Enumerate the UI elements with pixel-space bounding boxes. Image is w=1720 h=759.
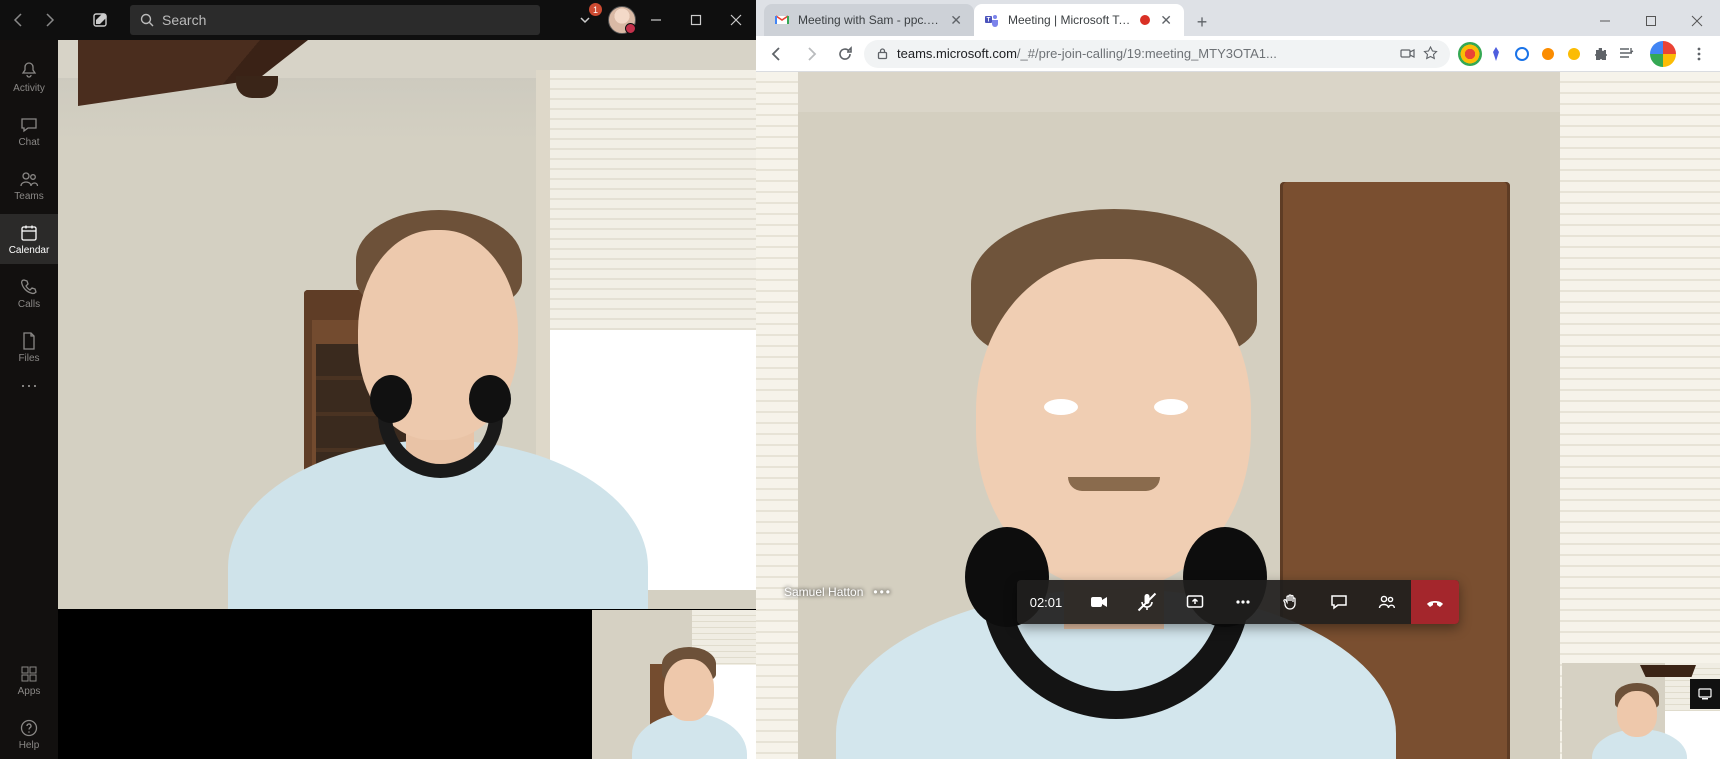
rail-files[interactable]: Files — [0, 322, 58, 372]
browser-maximize[interactable] — [1628, 6, 1674, 36]
participant-menu-icon[interactable]: ••• — [873, 585, 892, 599]
extension-icon[interactable] — [1536, 42, 1560, 66]
address-bar[interactable]: teams.microsoft.com/_#/pre-join-calling/… — [864, 40, 1450, 68]
extensions-area — [1454, 42, 1642, 66]
close-tab-icon[interactable]: ✕ — [948, 12, 964, 29]
rail-chat[interactable]: Chat — [0, 106, 58, 156]
extension-icon[interactable] — [1484, 42, 1508, 66]
call-timer: 02:01 — [1017, 595, 1075, 610]
tab-strip: Meeting with Sam - ppc.endsigh ✕ T Meeti… — [756, 0, 1720, 36]
recording-indicator-icon — [1140, 15, 1150, 25]
people-icon — [19, 169, 39, 189]
file-icon — [19, 331, 39, 351]
call-controls: 02:01 — [1017, 580, 1459, 624]
participant-name-chip[interactable]: Samuel Hatton ••• — [784, 585, 892, 599]
extension-icon[interactable] — [1562, 42, 1586, 66]
toggle-mic-button[interactable] — [1123, 580, 1171, 624]
self-video-pip[interactable] — [1562, 663, 1720, 759]
chrome-window: Meeting with Sam - ppc.endsigh ✕ T Meeti… — [756, 0, 1720, 759]
raise-hand-button[interactable] — [1267, 580, 1315, 624]
pip-device-settings-button[interactable] — [1690, 679, 1720, 709]
notifications-dropdown[interactable]: 1 — [572, 7, 598, 33]
calendar-icon — [19, 223, 39, 243]
rail-calendar[interactable]: Calendar — [0, 214, 58, 264]
share-screen-button[interactable] — [1171, 580, 1219, 624]
extension-icon[interactable] — [1510, 42, 1534, 66]
title-bar: Search 1 — [0, 0, 756, 40]
toggle-camera-button[interactable] — [1075, 580, 1123, 624]
rail-more[interactable]: ⋯ — [20, 376, 38, 410]
teams-icon: T — [984, 12, 1000, 28]
rail-apps[interactable]: Apps — [0, 655, 58, 705]
browser-minimize[interactable] — [1582, 6, 1628, 36]
meeting-stage-desktop — [58, 40, 756, 759]
search-placeholder: Search — [162, 12, 206, 28]
chrome-profile-avatar[interactable] — [1650, 41, 1676, 67]
teams-desktop-window: Search 1 Activity Chat Teams — [0, 0, 756, 759]
extensions-menu-icon[interactable] — [1588, 42, 1612, 66]
chrome-menu[interactable] — [1684, 39, 1714, 69]
browser-close[interactable] — [1674, 6, 1720, 36]
nav-forward[interactable] — [796, 39, 826, 69]
rail-activity[interactable]: Activity — [0, 52, 58, 102]
remote-video-feed — [756, 72, 1720, 759]
participants-button[interactable] — [1363, 580, 1411, 624]
compose-button[interactable] — [84, 3, 118, 37]
svg-text:T: T — [987, 18, 991, 24]
nav-reload[interactable] — [830, 39, 860, 69]
extension-icon[interactable] — [1458, 42, 1482, 66]
reading-list-icon[interactable] — [1614, 42, 1638, 66]
chat-icon — [19, 115, 39, 135]
toolbar: teams.microsoft.com/_#/pre-join-calling/… — [756, 36, 1720, 72]
chat-button[interactable] — [1315, 580, 1363, 624]
window-minimize[interactable] — [636, 0, 676, 40]
app-rail: Activity Chat Teams Calendar Calls F — [0, 40, 58, 759]
lock-icon — [876, 47, 889, 60]
hang-up-button[interactable] — [1411, 580, 1459, 624]
apps-icon — [19, 664, 39, 684]
gmail-icon — [774, 12, 790, 28]
self-video-pip[interactable] — [592, 609, 756, 759]
user-avatar[interactable] — [608, 6, 636, 34]
search-input[interactable]: Search — [130, 5, 540, 35]
more-actions-button[interactable] — [1219, 580, 1267, 624]
close-tab-icon[interactable]: ✕ — [1158, 12, 1174, 29]
tab-gmail[interactable]: Meeting with Sam - ppc.endsigh ✕ — [764, 4, 974, 36]
window-close[interactable] — [716, 0, 756, 40]
bell-icon — [19, 61, 39, 81]
meeting-stage-web: Samuel Hatton ••• 02:01 — [756, 72, 1720, 759]
search-icon — [140, 13, 154, 27]
rail-teams[interactable]: Teams — [0, 160, 58, 210]
tab-teams[interactable]: T Meeting | Microsoft Teams ✕ — [974, 4, 1184, 36]
rail-help[interactable]: Help — [0, 709, 58, 759]
nav-back[interactable] — [762, 39, 792, 69]
bookmark-star-icon[interactable] — [1423, 46, 1438, 61]
remote-video-feed — [58, 40, 756, 759]
camera-permission-icon[interactable] — [1400, 46, 1415, 61]
phone-icon — [19, 277, 39, 297]
forward-button[interactable] — [36, 6, 64, 34]
notification-badge: 1 — [589, 3, 602, 16]
window-maximize[interactable] — [676, 0, 716, 40]
new-tab-button[interactable]: + — [1188, 8, 1216, 36]
help-icon — [19, 718, 39, 738]
back-button[interactable] — [4, 6, 32, 34]
rail-calls[interactable]: Calls — [0, 268, 58, 318]
